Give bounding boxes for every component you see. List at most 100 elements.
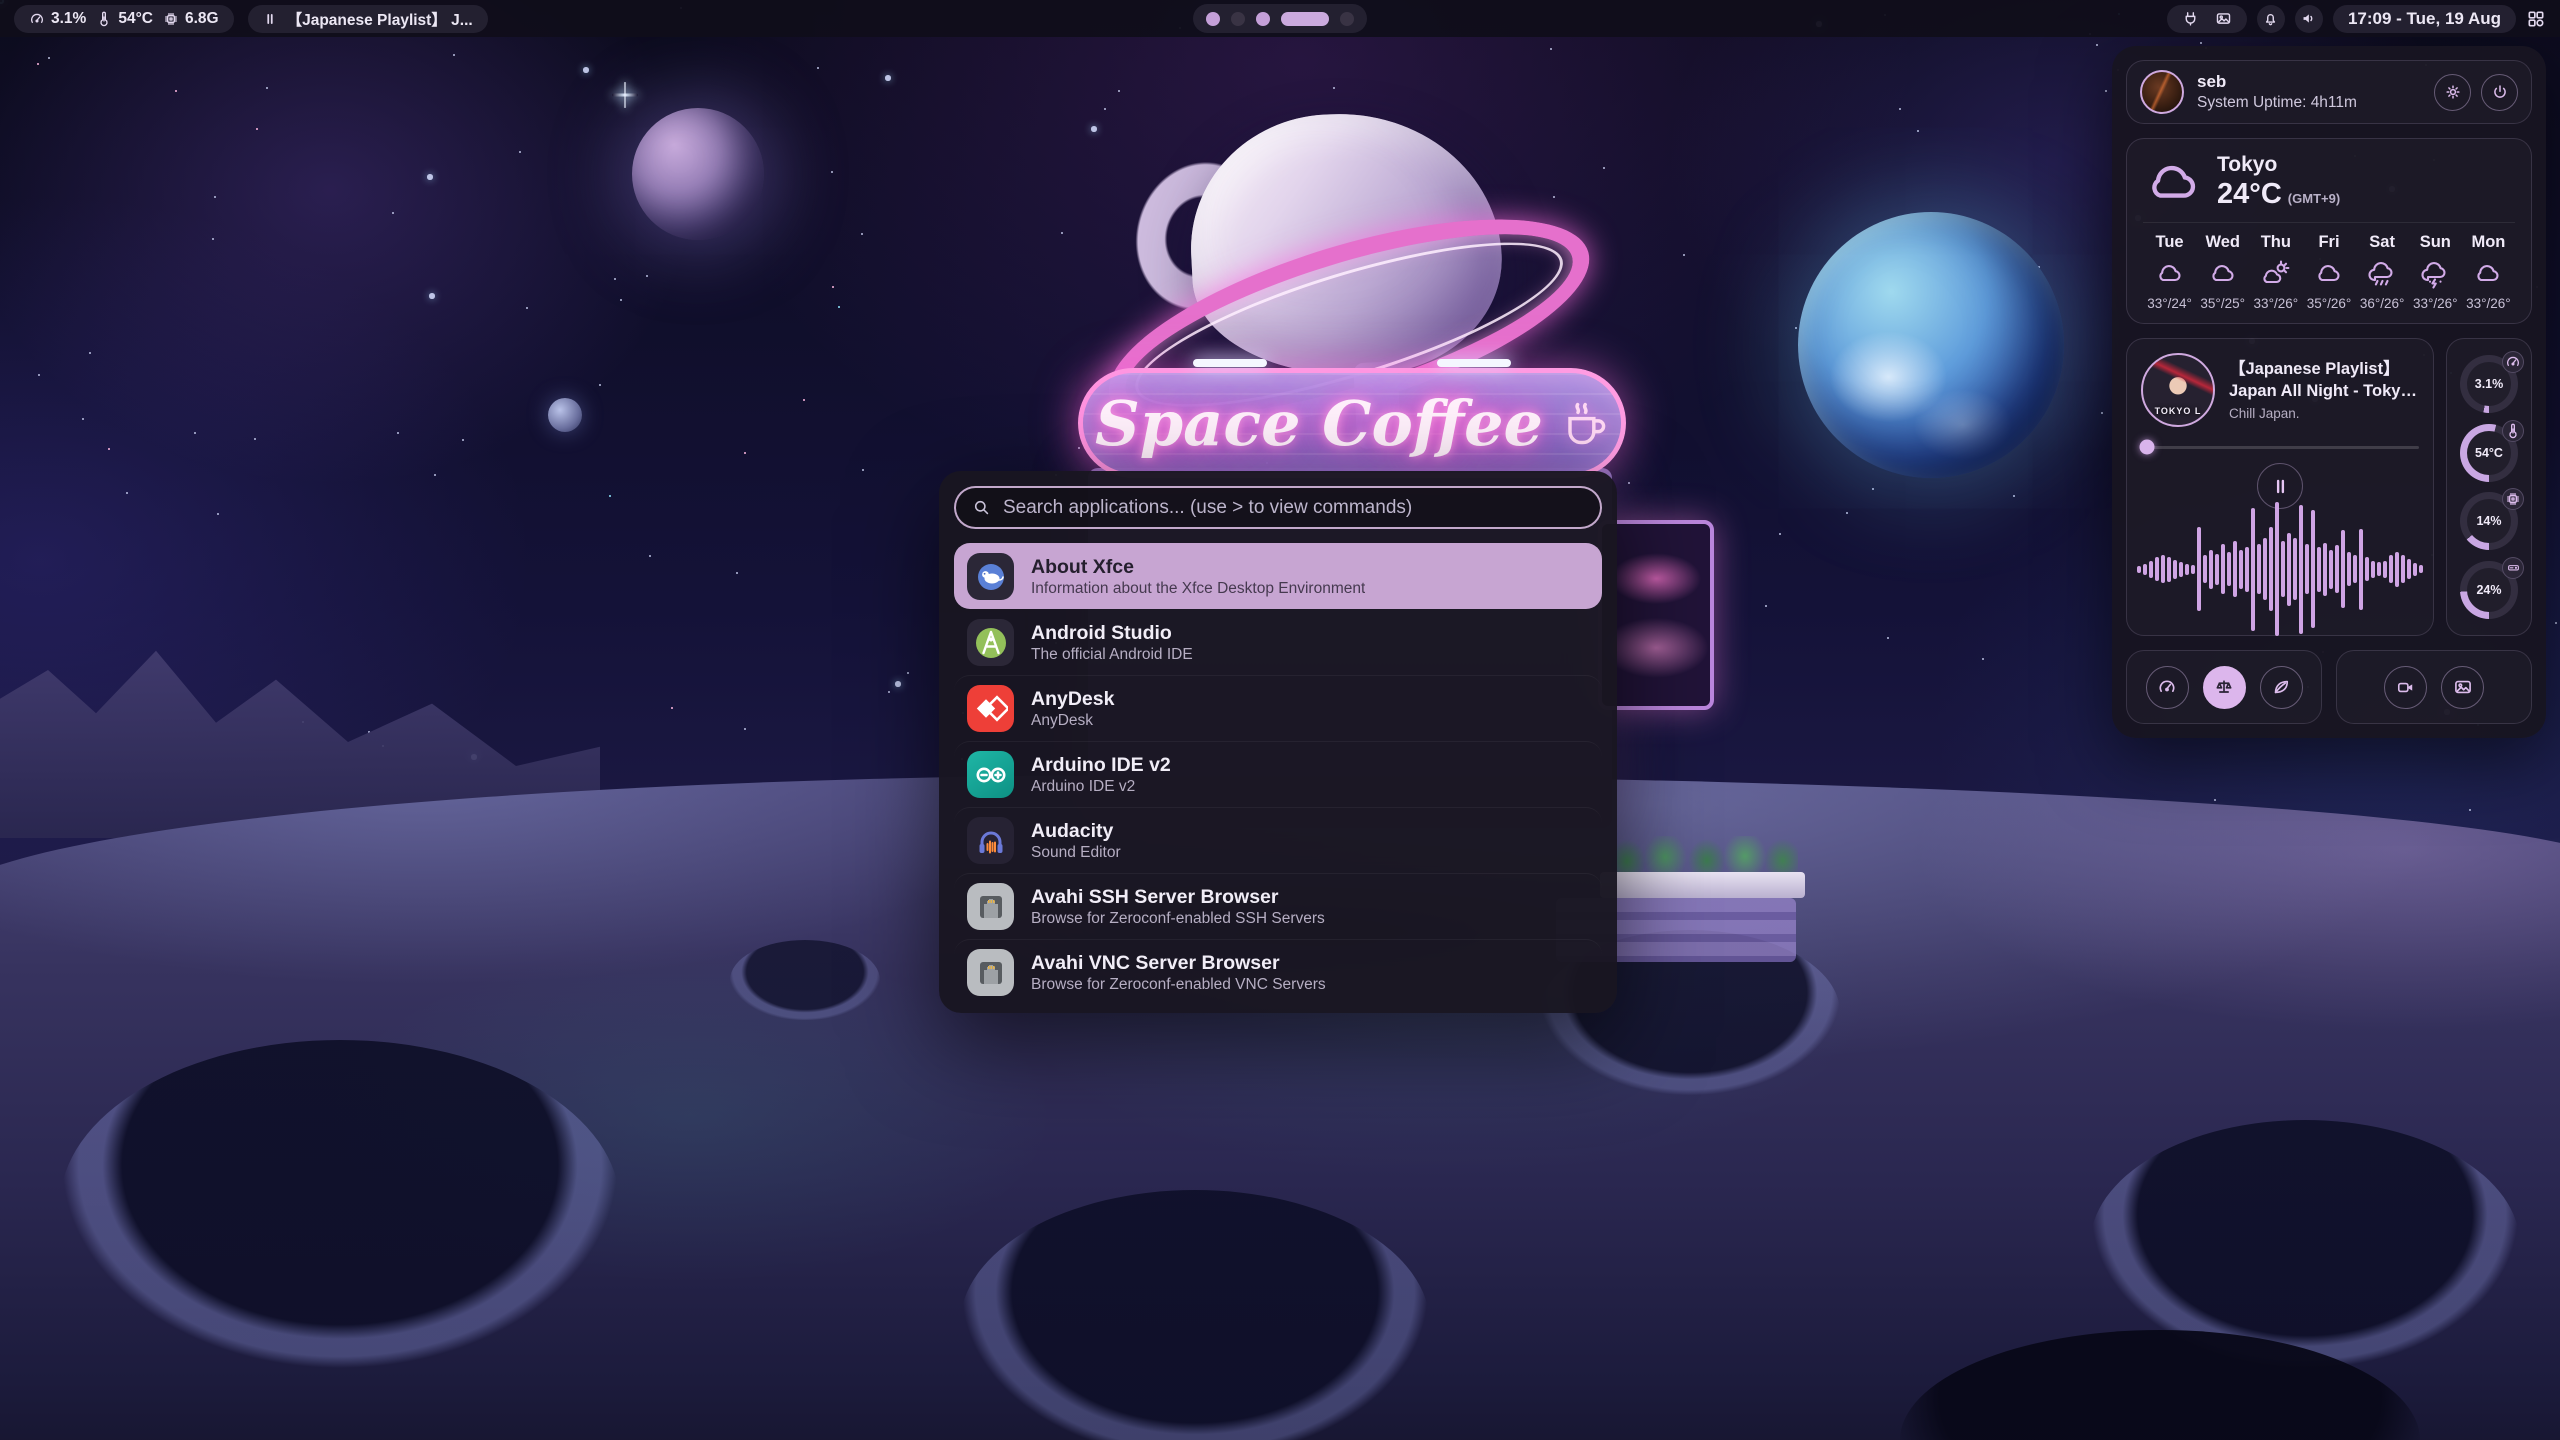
system-stats-pill[interactable]: 3.1% 54°C 6.8G [14, 5, 234, 33]
partly-weather-icon [2260, 259, 2292, 289]
forecast-day-label: Thu [2261, 233, 2291, 252]
forecast-day-label: Mon [2471, 233, 2505, 252]
now-playing: TOKYO L 【Japanese Playlist】 Japan All Ni… [2141, 353, 2419, 427]
workspace-dot-empty[interactable] [1340, 12, 1354, 26]
cloud-weather-icon [2472, 259, 2504, 289]
overview-grid-icon[interactable] [2526, 9, 2546, 29]
stat-gauge: 54°C [2460, 424, 2518, 482]
app-description: Browse for Zeroconf-enabled VNC Servers [1031, 976, 1326, 994]
app-description: Arduino IDE v2 [1031, 778, 1171, 796]
app-list-item[interactable]: Audacity Sound Editor [954, 807, 1602, 873]
small-moon [548, 398, 582, 432]
workspace-dot-active[interactable] [1281, 12, 1329, 26]
clock-label: 17:09 - Tue, 19 Aug [2348, 9, 2501, 29]
system-tray: 17:09 - Tue, 19 Aug [2167, 5, 2546, 33]
visualizer-bar [2365, 557, 2369, 581]
forecast-day: Mon 33°/26° [2462, 233, 2515, 311]
workspace-dot-occupied[interactable] [1206, 12, 1220, 26]
earth-planet [1798, 212, 2064, 478]
quick-controls [2126, 650, 2532, 724]
seek-handle[interactable] [2139, 440, 2154, 455]
audacity-app-icon [967, 817, 1014, 864]
system-uptime: System Uptime: 4h11m [2197, 94, 2357, 112]
gear-icon [2444, 83, 2462, 101]
user-card: seb System Uptime: 4h11m [2126, 60, 2532, 124]
visualizer-bar [2137, 566, 2141, 573]
volume-button[interactable] [2295, 5, 2323, 33]
clock-pill[interactable]: 17:09 - Tue, 19 Aug [2333, 5, 2516, 33]
weather-now: Tokyo 24°C (GMT+9) [2143, 153, 2515, 211]
seek-bar[interactable] [2141, 440, 2419, 454]
app-name: Avahi SSH Server Browser [1031, 885, 1325, 909]
forecast-day-label: Wed [2205, 233, 2240, 252]
settings-button[interactable] [2434, 74, 2471, 111]
cpu-stat: 3.1% [29, 10, 86, 28]
visualizer-bar [2371, 561, 2375, 578]
visualizer-bar [2161, 555, 2165, 583]
powersave-profile-button[interactable] [2260, 666, 2303, 709]
search-input[interactable] [1003, 497, 1584, 519]
wallpaper-button[interactable] [2441, 666, 2484, 709]
app-description: Information about the Xfce Desktop Envir… [1031, 580, 1365, 598]
storm-weather-icon [2419, 259, 2451, 289]
workspace-dot-empty[interactable] [1231, 12, 1245, 26]
app-texts: Avahi SSH Server Browser Browse for Zero… [1031, 885, 1325, 927]
cloud-weather-icon [2207, 259, 2239, 289]
visualizer-bar [2317, 547, 2321, 592]
forecast-day-label: Tue [2156, 233, 2184, 252]
image-tray-icon[interactable] [2215, 10, 2232, 27]
xfce-app-icon [967, 553, 1014, 600]
visualizer-bar [2263, 538, 2267, 600]
forecast-day-label: Sun [2420, 233, 2451, 252]
app-launcher: About Xfce Information about the Xfce De… [939, 471, 1617, 1013]
neon-coffee-cup-icon [1557, 397, 1609, 449]
temp-stat: 54°C [96, 10, 153, 28]
crater [60, 1040, 620, 1370]
weather-timezone: (GMT+9) [2288, 191, 2340, 206]
app-list-item[interactable]: Arduino IDE v2 Arduino IDE v2 [954, 741, 1602, 807]
app-list-item[interactable]: About Xfce Information about the Xfce De… [954, 543, 1602, 609]
disk-icon [2502, 557, 2524, 579]
stat-gauge: 24% [2460, 561, 2518, 619]
sign-light [1193, 359, 1267, 367]
workspace-dot-occupied[interactable] [1256, 12, 1270, 26]
speaker-icon [2300, 10, 2317, 27]
chip-icon [2502, 488, 2524, 510]
capture-card [2336, 650, 2532, 724]
avatar[interactable] [2140, 70, 2184, 114]
app-list-item[interactable]: Avahi SSH Server Browser Browse for Zero… [954, 873, 1602, 939]
balanced-profile-button[interactable] [2203, 666, 2246, 709]
visualizer-bar [2173, 560, 2177, 579]
app-list-item[interactable]: Avahi VNC Server Browser Browse for Zero… [954, 939, 1602, 1001]
app-list-item[interactable]: AnyDesk AnyDesk [954, 675, 1602, 741]
visualizer-bar [2389, 555, 2393, 583]
screen-record-button[interactable] [2384, 666, 2427, 709]
app-texts: Android Studio The official Android IDE [1031, 621, 1193, 663]
visualizer-bar [2203, 555, 2207, 583]
forecast-day-label: Sat [2369, 233, 2395, 252]
power-button[interactable] [2481, 74, 2518, 111]
app-name: Audacity [1031, 819, 1121, 843]
visualizer-bar [2167, 557, 2171, 582]
weather-forecast: Tue 33°/24° Wed 35°/25° Thu 33°/26° Fri … [2143, 233, 2515, 311]
play-pause-button[interactable] [2257, 463, 2303, 509]
performance-profile-button[interactable] [2146, 666, 2189, 709]
visualizer-bar [2329, 550, 2333, 589]
side-panel: seb System Uptime: 4h11m Tokyo 24°C [2112, 46, 2546, 738]
forecast-temps: 36°/26° [2360, 296, 2405, 311]
launcher-searchbar[interactable] [954, 486, 1602, 529]
plugin-tray-icon[interactable] [2182, 10, 2199, 27]
cloud-weather-icon [2313, 259, 2345, 289]
video-camera-icon [2396, 678, 2415, 697]
notifications-button[interactable] [2257, 5, 2285, 33]
app-list-item[interactable]: Android Studio The official Android IDE [954, 609, 1602, 675]
media-pill[interactable]: 【Japanese Playlist】 J... [248, 5, 488, 33]
workspace-switcher[interactable] [1193, 4, 1367, 33]
power-icon [2491, 83, 2509, 101]
visualizer-bar [2335, 545, 2339, 593]
visualizer-bar [2251, 508, 2255, 631]
stat-gauge: 3.1% [2460, 355, 2518, 413]
visualizer-bar [2239, 550, 2243, 589]
visualizer-bar [2227, 552, 2231, 586]
pause-icon [263, 12, 277, 26]
